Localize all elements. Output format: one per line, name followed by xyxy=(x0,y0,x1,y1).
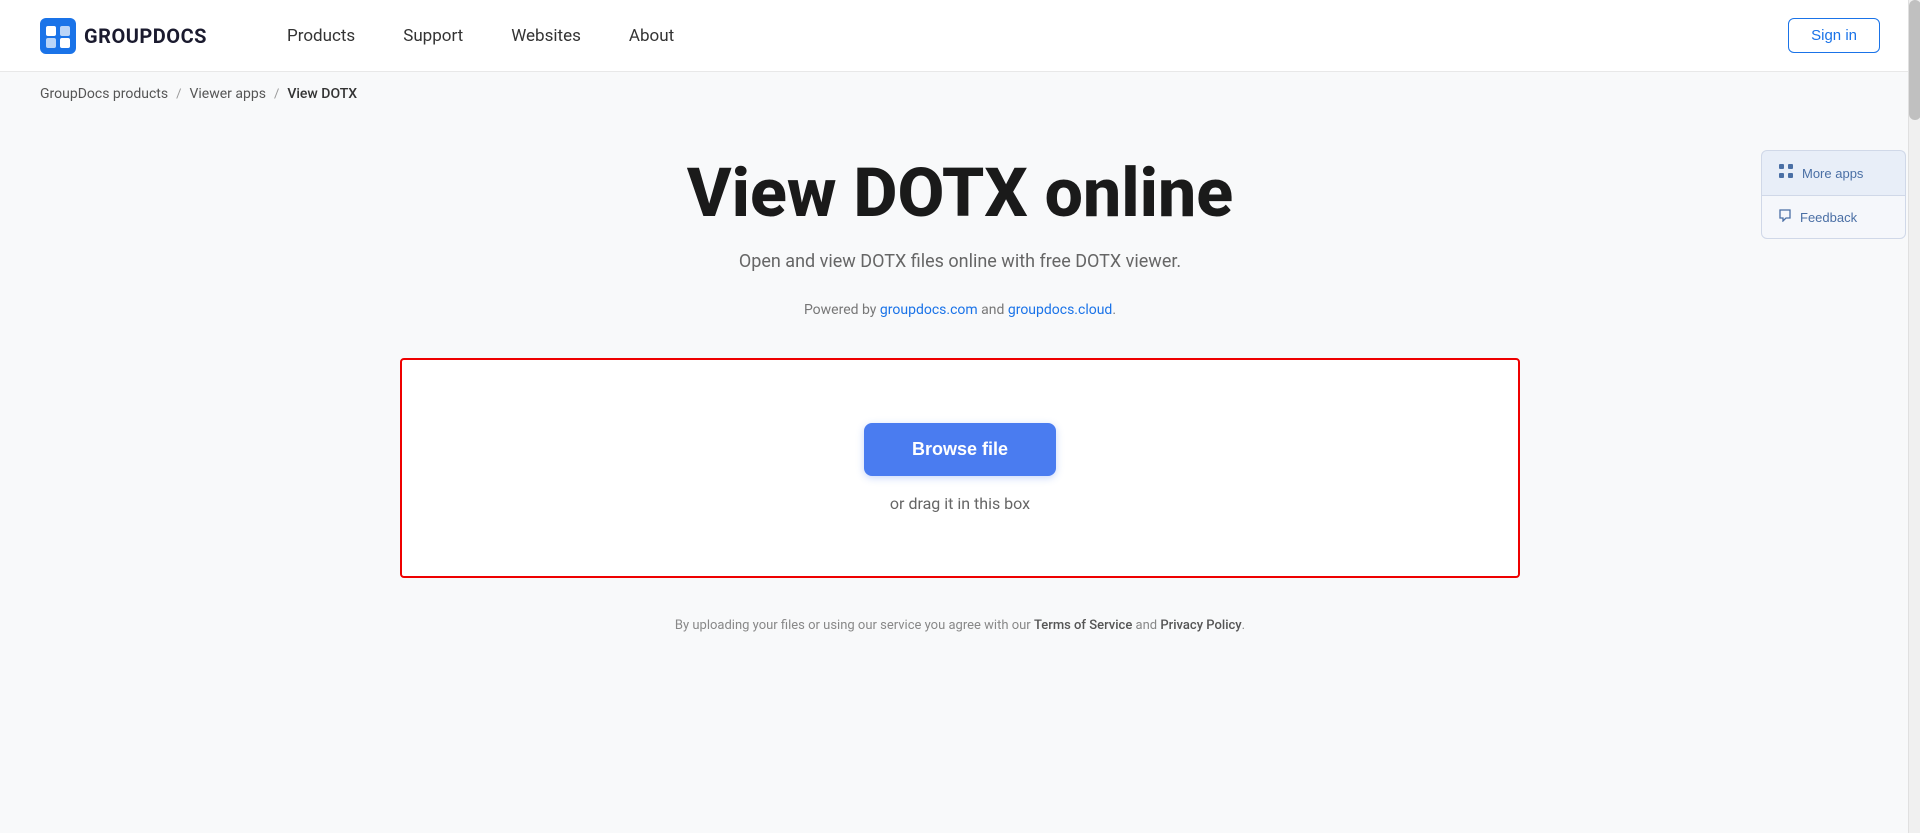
navbar-actions: Sign in xyxy=(1788,18,1880,53)
feedback-button[interactable]: Feedback xyxy=(1761,195,1906,239)
more-apps-button[interactable]: More apps xyxy=(1761,150,1906,195)
nav-about[interactable]: About xyxy=(629,26,674,46)
feedback-label: Feedback xyxy=(1800,210,1857,225)
powered-by-link2[interactable]: groupdocs.cloud xyxy=(1008,302,1113,318)
disclaimer-prefix: By uploading your files or using our ser… xyxy=(675,618,1034,633)
powered-by: Powered by groupdocs.com and groupdocs.c… xyxy=(804,302,1116,318)
powered-by-prefix: Powered by xyxy=(804,302,880,318)
nav-websites[interactable]: Websites xyxy=(511,26,581,46)
terms-link[interactable]: Terms of Service xyxy=(1034,618,1132,633)
side-buttons: More apps Feedback xyxy=(1761,150,1906,239)
main-content: View DOTX online Open and view DOTX file… xyxy=(260,116,1660,693)
footer-disclaimer: By uploading your files or using our ser… xyxy=(675,618,1245,633)
logo-link[interactable]: GROUPDOCS xyxy=(40,18,207,54)
disclaimer-middle: and xyxy=(1132,618,1160,633)
browse-file-button[interactable]: Browse file xyxy=(864,423,1056,476)
scrollbar-track[interactable] xyxy=(1908,0,1920,833)
logo-icon xyxy=(40,18,76,54)
powered-by-link1[interactable]: groupdocs.com xyxy=(880,302,978,318)
breadcrumb-sep-1: / xyxy=(176,87,181,102)
logo-text: GROUPDOCS xyxy=(84,24,207,48)
powered-by-suffix: . xyxy=(1112,302,1116,318)
navbar: GROUPDOCS Products Support Websites Abou… xyxy=(0,0,1920,72)
breadcrumb-viewer-apps[interactable]: Viewer apps xyxy=(189,86,265,102)
breadcrumb-current: View DOTX xyxy=(287,86,357,102)
breadcrumb-groupdocs[interactable]: GroupDocs products xyxy=(40,86,168,102)
drag-text: or drag it in this box xyxy=(890,494,1030,513)
powered-by-middle: and xyxy=(978,302,1008,318)
disclaimer-suffix: . xyxy=(1242,618,1245,633)
privacy-link[interactable]: Privacy Policy xyxy=(1160,618,1241,633)
page-title: View DOTX online xyxy=(687,156,1233,231)
nav-products[interactable]: Products xyxy=(287,26,355,46)
feedback-icon xyxy=(1778,208,1792,226)
nav-support[interactable]: Support xyxy=(403,26,463,46)
more-apps-label: More apps xyxy=(1802,166,1863,181)
page-subtitle: Open and view DOTX files online with fre… xyxy=(739,251,1181,272)
breadcrumb-sep-2: / xyxy=(274,87,279,102)
more-apps-icon xyxy=(1778,163,1794,183)
sign-in-button[interactable]: Sign in xyxy=(1788,18,1880,53)
main-nav: Products Support Websites About xyxy=(287,26,674,46)
scrollbar-thumb xyxy=(1909,0,1920,120)
upload-dropzone[interactable]: Browse file or drag it in this box xyxy=(400,358,1520,578)
breadcrumb: GroupDocs products / Viewer apps / View … xyxy=(0,72,1920,116)
